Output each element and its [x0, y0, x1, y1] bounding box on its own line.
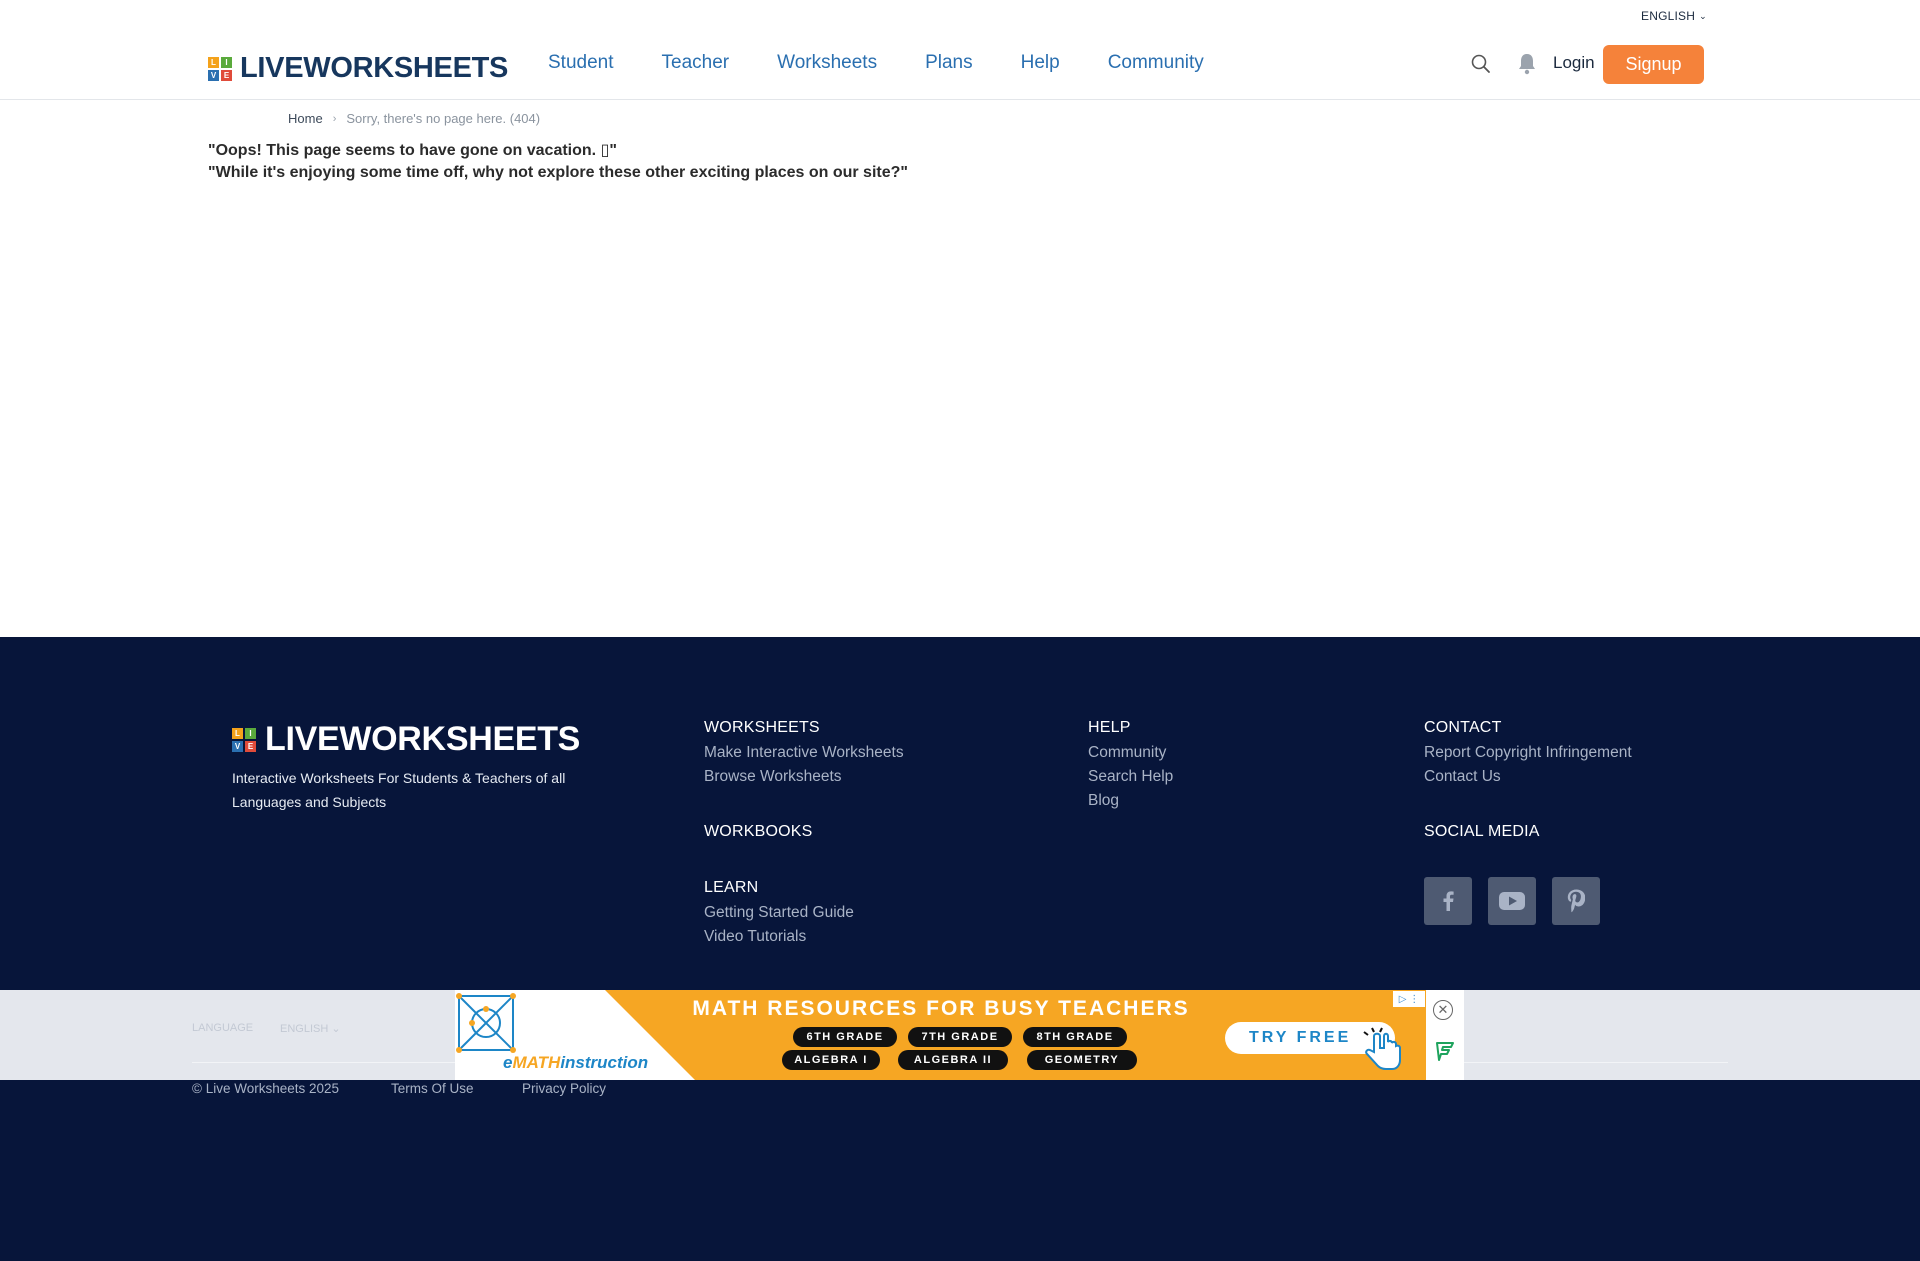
- nav-community[interactable]: Community: [1108, 52, 1204, 74]
- ad-close-icon[interactable]: ✕: [1433, 1000, 1453, 1020]
- footer-tagline: Interactive Worksheets For Students & Te…: [232, 770, 566, 810]
- ad-pill-algebra-1: ALGEBRA I: [782, 1050, 880, 1070]
- footer-help-heading: HELP: [1088, 719, 1131, 736]
- footer-link-blog[interactable]: Blog: [1088, 789, 1173, 813]
- ad-banner[interactable]: eMATHinstruction MATH RESOURCES FOR BUSY…: [455, 990, 1426, 1080]
- footer-workbooks-heading[interactable]: WORKBOOKS: [704, 823, 812, 841]
- footer-link-getting-started[interactable]: Getting Started Guide: [704, 901, 854, 925]
- footer-contact-section: CONTACT Report Copyright Infringement Co…: [1424, 719, 1632, 789]
- signup-button[interactable]: Signup: [1603, 45, 1704, 84]
- footer-workbooks-section: WORKBOOKS: [704, 823, 812, 845]
- footer-social-heading: SOCIAL MEDIA: [1424, 823, 1540, 840]
- logo-text: LIVEWORKSHEETS: [240, 52, 509, 84]
- ad-choices-icon[interactable]: ▷ ⋮: [1393, 991, 1425, 1007]
- hand-pointer-icon: [1363, 1027, 1401, 1070]
- terms-link[interactable]: Terms Of Use: [391, 1081, 474, 1096]
- footer-link-make-worksheets[interactable]: Make Interactive Worksheets: [704, 741, 904, 765]
- ad-brand-name: eMATHinstruction: [503, 1053, 649, 1072]
- site-header: L I V E LIVEWORKSHEETS Student Teacher W…: [0, 0, 1920, 100]
- footer-learn-section: LEARN Getting Started Guide Video Tutori…: [704, 879, 854, 949]
- footer-link-report-copyright[interactable]: Report Copyright Infringement: [1424, 741, 1632, 765]
- breadcrumb-home[interactable]: Home: [288, 111, 323, 126]
- ad-pill-algebra-2: ALGEBRA II: [898, 1050, 1008, 1070]
- footer-link-browse-worksheets[interactable]: Browse Worksheets: [704, 765, 904, 789]
- site-logo[interactable]: L I V E LIVEWORKSHEETS: [208, 52, 508, 85]
- footer-contact-heading: CONTACT: [1424, 719, 1502, 736]
- footer-link-video-tutorials[interactable]: Video Tutorials: [704, 925, 854, 949]
- footer-language-label: LANGUAGE: [192, 1022, 254, 1034]
- nav-worksheets[interactable]: Worksheets: [777, 52, 877, 74]
- footer-link-community[interactable]: Community: [1088, 741, 1173, 765]
- chevron-right-icon: ›: [332, 112, 337, 125]
- footer-link-search-help[interactable]: Search Help: [1088, 765, 1173, 789]
- ad-graphic-icon: [456, 993, 516, 1053]
- nav-plans[interactable]: Plans: [925, 52, 973, 74]
- pinterest-icon[interactable]: [1552, 877, 1600, 925]
- footer-social-section: SOCIAL MEDIA: [1424, 823, 1540, 845]
- copyright-text: © Live Worksheets 2025: [192, 1081, 340, 1096]
- ad-pill-6th-grade: 6TH GRADE: [793, 1027, 897, 1047]
- bell-icon[interactable]: [1516, 52, 1538, 76]
- footer-help-section: HELP Community Search Help Blog: [1088, 719, 1173, 813]
- footer-learn-heading: LEARN: [704, 879, 759, 896]
- nav-help[interactable]: Help: [1021, 52, 1060, 74]
- ad-pill-7th-grade: 7TH GRADE: [908, 1027, 1012, 1047]
- main-nav: Student Teacher Worksheets Plans Help Co…: [548, 52, 1252, 74]
- login-link[interactable]: Login: [1553, 53, 1595, 73]
- nav-teacher[interactable]: Teacher: [662, 52, 730, 74]
- footer-worksheets-heading: WORKSHEETS: [704, 719, 820, 736]
- breadcrumb-current: Sorry, there's no page here. (404): [346, 111, 541, 126]
- nav-student[interactable]: Student: [548, 52, 614, 74]
- search-icon[interactable]: [1470, 53, 1492, 75]
- footer-worksheets-section: WORKSHEETS Make Interactive Worksheets B…: [704, 719, 904, 789]
- ad-provider-icon[interactable]: [1434, 1040, 1456, 1062]
- ad-title: MATH RESOURCES FOR BUSY TEACHERS: [692, 997, 1190, 1020]
- footer-logo-text: LIVEWORKSHEETS: [265, 720, 581, 758]
- logo-mark-icon: L I V E: [232, 727, 256, 752]
- footer-language-select[interactable]: ENGLISH ⌄: [280, 1022, 341, 1035]
- breadcrumb: Home › Sorry, there's no page here. (404…: [288, 111, 540, 126]
- ad-pill-8th-grade: 8TH GRADE: [1023, 1027, 1127, 1047]
- social-links: [1424, 877, 1600, 925]
- ad-pill-geometry: GEOMETRY: [1027, 1050, 1137, 1070]
- footer-logo[interactable]: L I V E LIVEWORKSHEETS: [232, 720, 580, 759]
- facebook-icon[interactable]: [1424, 877, 1472, 925]
- logo-mark-icon: L I V E: [208, 56, 232, 81]
- youtube-icon[interactable]: [1488, 877, 1536, 925]
- error-message-body: "While it's enjoying some time off, why …: [208, 164, 908, 181]
- privacy-link[interactable]: Privacy Policy: [522, 1081, 606, 1096]
- footer-link-contact-us[interactable]: Contact Us: [1424, 765, 1632, 789]
- error-message-title: "Oops! This page seems to have gone on v…: [208, 142, 617, 159]
